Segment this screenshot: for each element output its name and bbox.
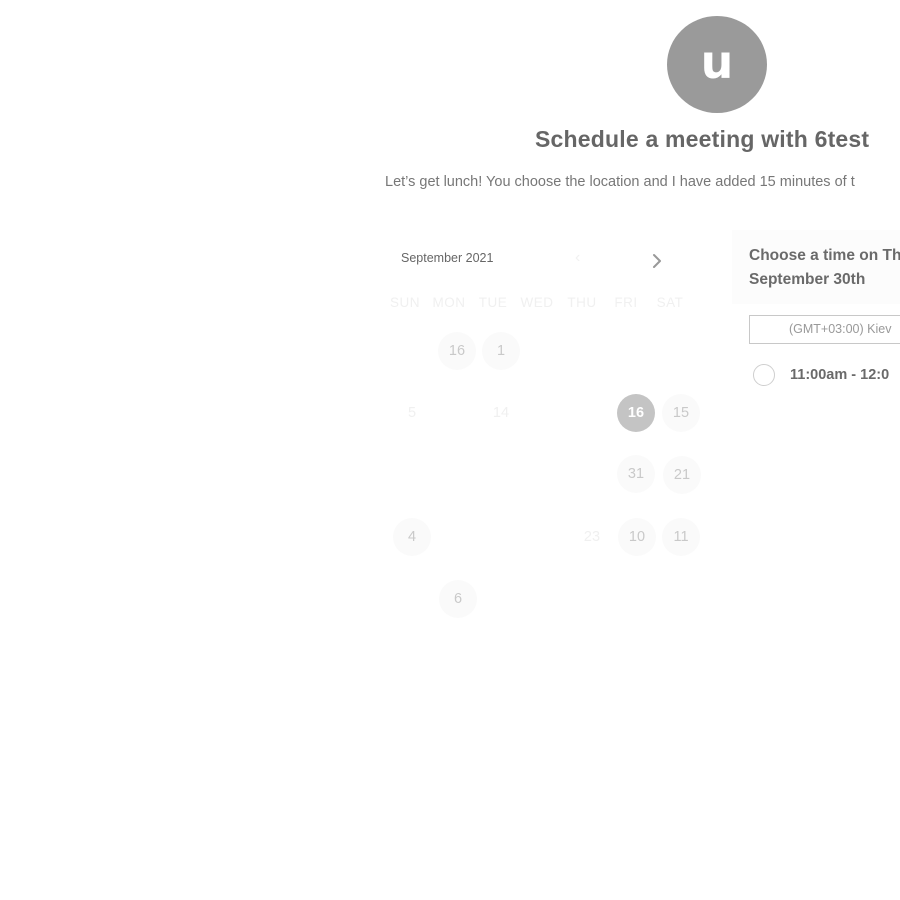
meeting-description: Let’s get lunch! You choose the location… bbox=[385, 174, 855, 190]
time-slot-label[interactable]: 11:00am - 12:0 bbox=[790, 367, 889, 383]
calendar-day[interactable]: 1 bbox=[482, 332, 520, 370]
calendar-day[interactable]: 6 bbox=[439, 580, 477, 618]
avatar-initial: u bbox=[700, 34, 734, 89]
weekday-sun: SUN bbox=[389, 295, 420, 310]
avatar: u bbox=[667, 16, 767, 113]
weekday-mon: MON bbox=[432, 295, 466, 310]
calendar-day-selected[interactable]: 16 bbox=[617, 394, 655, 432]
weekday-sat: SAT bbox=[656, 295, 684, 310]
chevron-right-icon bbox=[653, 254, 661, 268]
previous-month-button[interactable]: ‹ bbox=[575, 249, 580, 267]
calendar-day: 23 bbox=[583, 529, 601, 545]
next-month-button[interactable] bbox=[648, 252, 666, 270]
weekday-tue: TUE bbox=[478, 295, 508, 310]
calendar-month-label: September 2021 bbox=[401, 251, 494, 265]
time-picker-heading: Choose a time on Th September 30th bbox=[749, 247, 900, 288]
calendar-day: 14 bbox=[492, 405, 510, 421]
timezone-value: (GMT+03:00) Kiev bbox=[789, 322, 892, 336]
calendar-day[interactable]: 11 bbox=[662, 518, 700, 556]
time-slot-radio[interactable] bbox=[753, 364, 775, 386]
weekday-wed: WED bbox=[520, 295, 554, 310]
calendar-day[interactable]: 31 bbox=[617, 455, 655, 493]
calendar-day[interactable]: 10 bbox=[618, 518, 656, 556]
page-title: Schedule a meeting with 6test bbox=[535, 126, 870, 152]
calendar-day[interactable]: 21 bbox=[663, 456, 701, 494]
calendar-day[interactable]: 16 bbox=[438, 332, 476, 370]
calendar-day[interactable]: 4 bbox=[393, 518, 431, 556]
weekday-fri: FRI bbox=[614, 295, 638, 310]
calendar-day[interactable]: 15 bbox=[662, 394, 700, 432]
calendar-day: 5 bbox=[407, 405, 417, 421]
weekday-thu: THU bbox=[567, 295, 597, 310]
scheduling-page: u Schedule a meeting with 6test Let’s ge… bbox=[0, 0, 900, 900]
